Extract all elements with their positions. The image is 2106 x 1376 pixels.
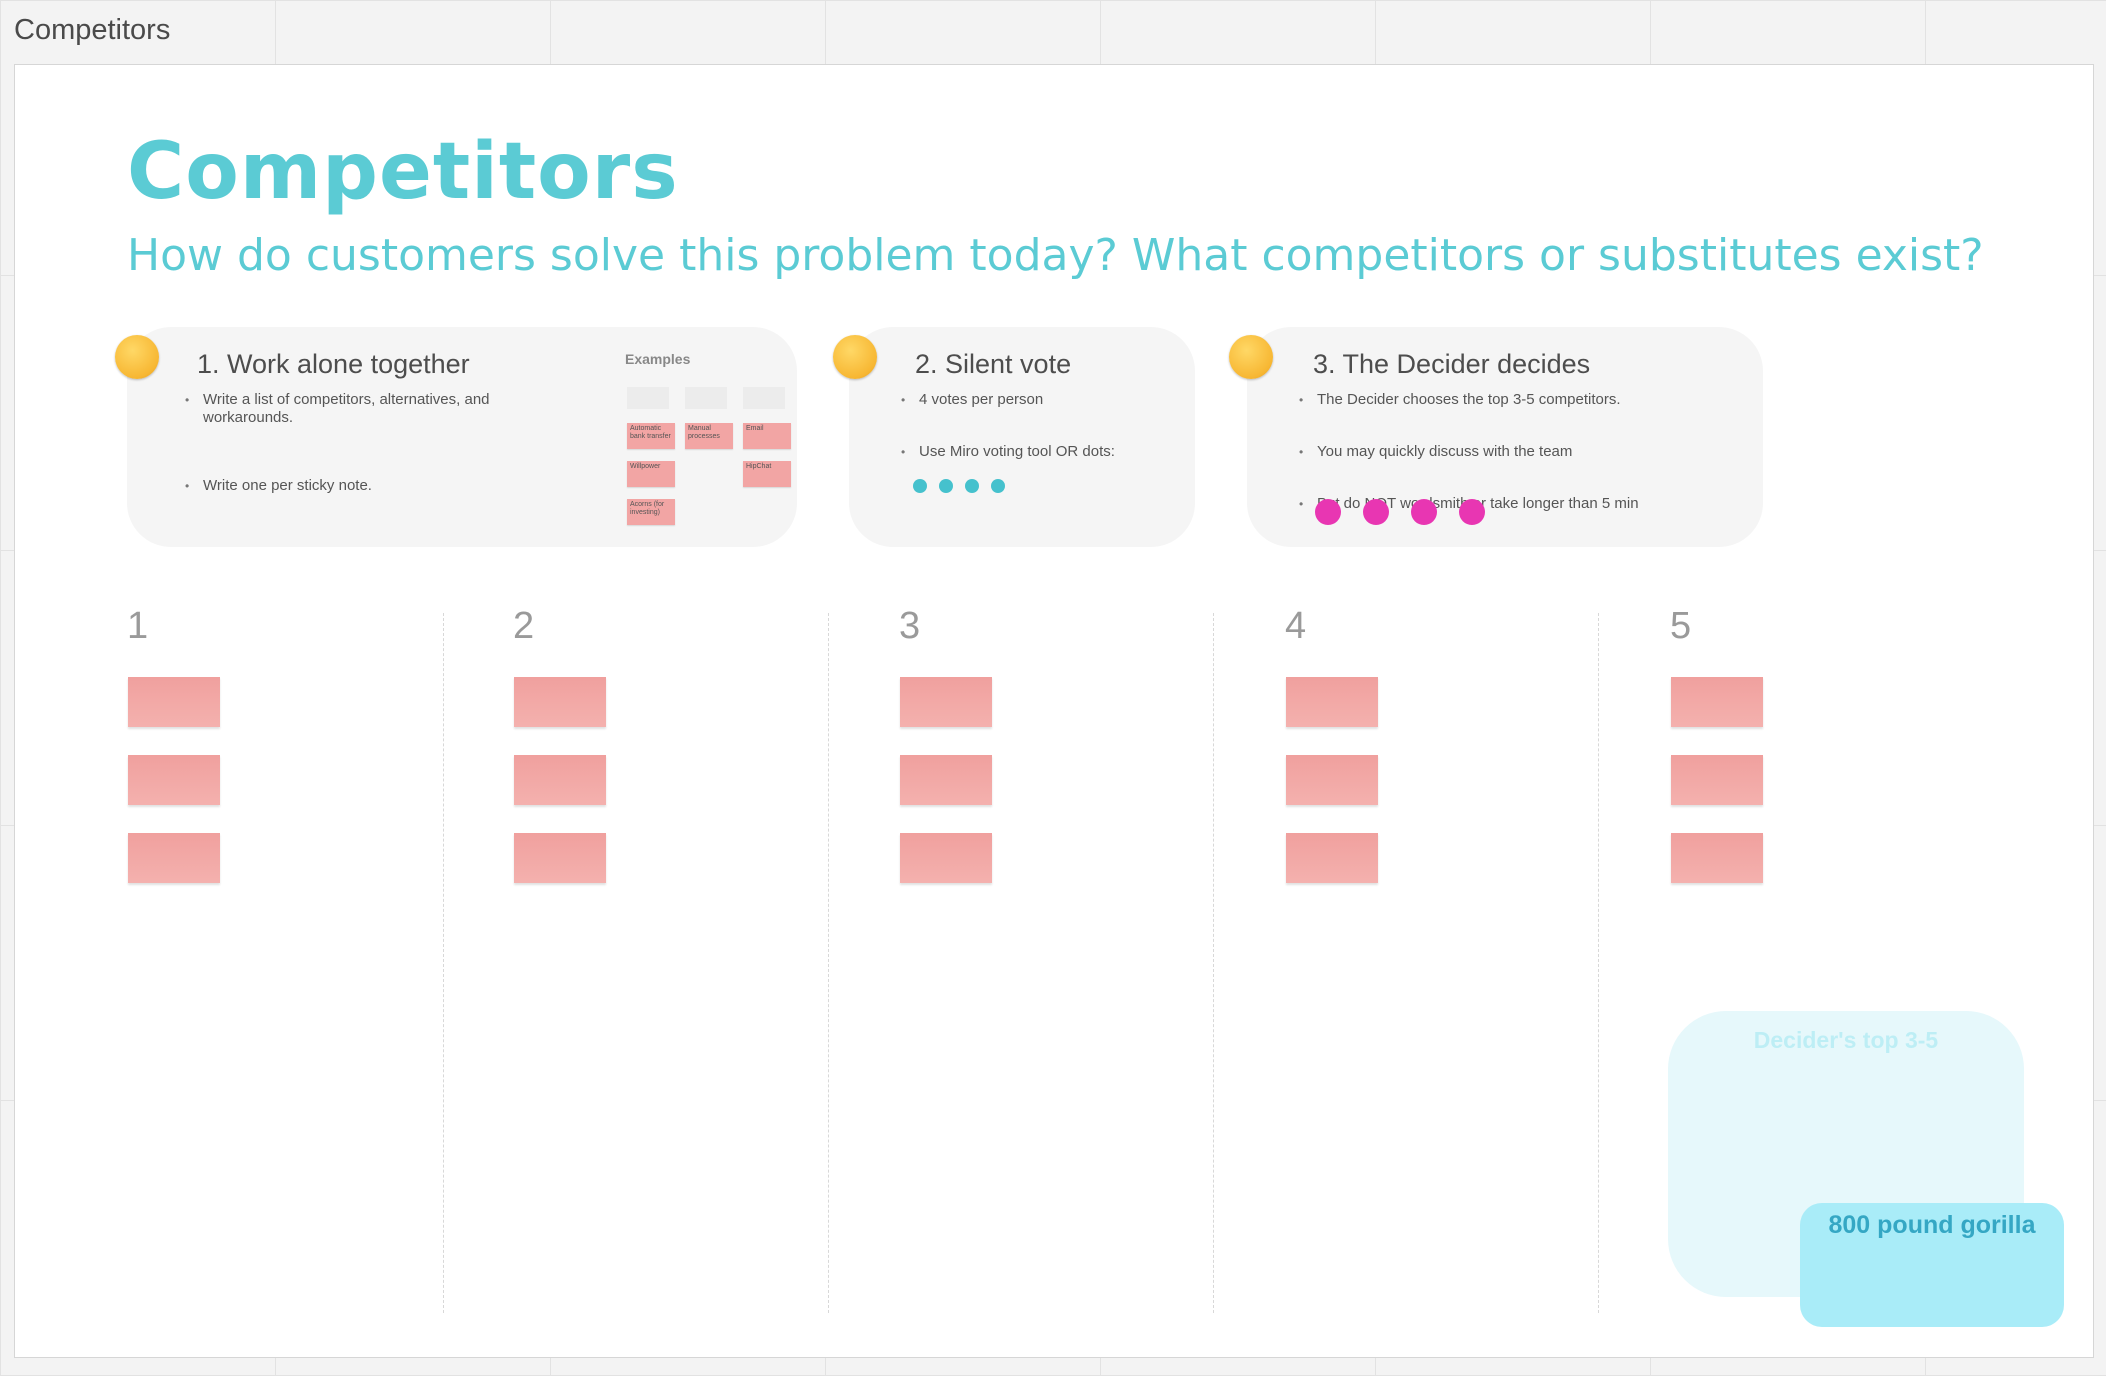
column-number: 4 xyxy=(1285,605,1307,647)
decider-zone-label: Decider's top 3-5 xyxy=(1753,1027,1939,1053)
sticky-note[interactable] xyxy=(514,677,606,727)
vote-dot[interactable] xyxy=(913,479,927,493)
column-number: 3 xyxy=(899,605,921,647)
card-bullet: You may quickly discuss with the team xyxy=(1299,443,1757,461)
vote-dot[interactable] xyxy=(965,479,979,493)
decider-dot[interactable] xyxy=(1363,499,1389,525)
sticky-note[interactable] xyxy=(128,677,220,727)
sticky-note[interactable] xyxy=(1286,833,1378,883)
column-divider xyxy=(1213,613,1214,1313)
sticky-note[interactable] xyxy=(1671,755,1763,805)
example-sticky-note[interactable]: Email xyxy=(743,423,791,449)
column-divider xyxy=(828,613,829,1313)
sticky-note[interactable] xyxy=(128,755,220,805)
column-number: 5 xyxy=(1670,605,1692,647)
sticky-note[interactable] xyxy=(514,755,606,805)
page-subtitle: How do customers solve this problem toda… xyxy=(127,230,1984,281)
example-sticky-note[interactable]: Automatic bank transfer xyxy=(627,423,675,449)
shushing-face-icon xyxy=(833,335,877,379)
example-placeholder xyxy=(685,387,727,409)
page-title: Competitors xyxy=(127,127,679,217)
column-number: 2 xyxy=(513,605,535,647)
sticky-note[interactable] xyxy=(1286,677,1378,727)
instruction-card-silent-vote[interactable]: 2. Silent vote 4 votes per person Use Mi… xyxy=(849,327,1195,547)
sticky-note[interactable] xyxy=(1286,755,1378,805)
example-sticky-note[interactable]: Acorns (for investing) xyxy=(627,499,675,525)
competitors-frame[interactable]: Competitors How do customers solve this … xyxy=(14,64,2094,1358)
example-sticky-note[interactable]: Willpower xyxy=(627,461,675,487)
decider-dot[interactable] xyxy=(1411,499,1437,525)
sticky-note[interactable] xyxy=(1671,833,1763,883)
sticky-note[interactable] xyxy=(900,677,992,727)
example-placeholder xyxy=(743,387,785,409)
card-title: 1. Work alone together xyxy=(197,349,470,379)
example-sticky-note[interactable]: Manual processes xyxy=(685,423,733,449)
gorilla-label: 800 pound gorilla xyxy=(1828,1211,2036,1239)
sticky-note[interactable] xyxy=(1671,677,1763,727)
vote-dot[interactable] xyxy=(939,479,953,493)
card-title: 2. Silent vote xyxy=(915,349,1072,379)
example-sticky-note[interactable]: HipChat xyxy=(743,461,791,487)
card-title: 3. The Decider decides xyxy=(1313,349,1591,379)
face-with-monocle-icon xyxy=(1229,335,1273,379)
shushing-face-icon xyxy=(115,335,159,379)
sticky-note[interactable] xyxy=(900,755,992,805)
instruction-card-decider-decides[interactable]: 3. The Decider decides The Decider choos… xyxy=(1247,327,1763,547)
card-bullet: The Decider chooses the top 3-5 competit… xyxy=(1299,391,1757,409)
sticky-note[interactable] xyxy=(128,833,220,883)
decider-dot[interactable] xyxy=(1459,499,1485,525)
column-divider xyxy=(443,613,444,1313)
gorilla-sticky[interactable]: 800 pound gorilla xyxy=(1800,1203,2064,1327)
column-divider xyxy=(1598,613,1599,1313)
card-bullet: 4 votes per person xyxy=(901,391,1199,409)
column-number: 1 xyxy=(127,605,149,647)
sticky-note[interactable] xyxy=(900,833,992,883)
examples-label: Examples xyxy=(625,351,691,367)
frame-label[interactable]: Competitors xyxy=(14,14,170,47)
vote-dot[interactable] xyxy=(991,479,1005,493)
card-bullet: Write a list of competitors, alternative… xyxy=(185,391,533,427)
sticky-note[interactable] xyxy=(514,833,606,883)
decider-dot[interactable] xyxy=(1315,499,1341,525)
example-placeholder xyxy=(627,387,669,409)
instruction-card-work-alone[interactable]: 1. Work alone together Write a list of c… xyxy=(127,327,797,547)
card-bullet: Use Miro voting tool OR dots: xyxy=(901,443,1199,461)
card-bullet: Write one per sticky note. xyxy=(185,477,533,495)
